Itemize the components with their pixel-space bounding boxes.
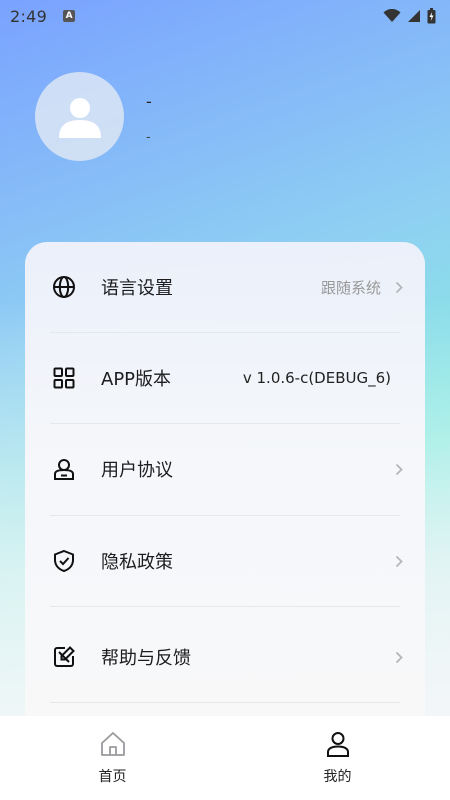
menu-item-label: 帮助与反馈 [101,648,191,669]
profile-name: - [146,92,152,111]
cellular-signal-icon [408,10,420,22]
tab-home[interactable]: 首页 [0,716,225,800]
menu-item-user-agreement[interactable]: 用户协议 [25,424,425,514]
language-value: 跟随系统 [320,278,381,297]
settings-card: 语言设置 跟随系统 APP版本 v 1.0.6-c(DEBUG_6) 用户协议 … [25,242,425,762]
tab-mine-label: 我的 [323,769,352,785]
status-time: 2:49 [10,6,48,26]
tab-home-label: 首页 [98,769,127,785]
chevron-right-icon [395,554,405,568]
app-version-value: v 1.0.6-c(DEBUG_6) [242,369,391,387]
notification-a-icon: A [63,10,76,22]
chevron-right-icon [395,280,405,294]
status-bar: 2:49 A [0,0,450,32]
person-outline-icon [326,732,349,757]
chevron-right-icon [395,650,405,664]
feedback-edit-icon [51,644,77,670]
person-icon [58,97,101,138]
bottom-nav: 首页 我的 [0,716,450,800]
shield-check-icon [51,548,77,574]
menu-item-privacy-policy[interactable]: 隐私政策 [25,516,425,606]
menu-item-label: APP版本 [101,369,172,390]
menu-item-app-version[interactable]: APP版本 v 1.0.6-c(DEBUG_6) [25,333,425,423]
globe-icon [51,274,77,300]
divider [50,702,400,703]
tab-mine[interactable]: 我的 [225,716,450,800]
menu-item-label: 隐私政策 [101,552,173,573]
avatar[interactable] [35,72,124,161]
divider [50,606,400,607]
menu-item-language[interactable]: 语言设置 跟随系统 [25,242,425,332]
grid-icon [51,365,77,391]
chevron-right-icon [395,462,405,476]
profile-subtitle: - [146,130,151,145]
battery-icon [427,8,436,24]
menu-item-label: 用户协议 [101,460,173,481]
user-badge-icon [51,456,77,482]
menu-item-help-feedback[interactable]: 帮助与反馈 [25,612,425,702]
wifi-icon [383,9,401,22]
menu-item-label: 语言设置 [101,278,173,299]
home-icon [100,732,125,756]
